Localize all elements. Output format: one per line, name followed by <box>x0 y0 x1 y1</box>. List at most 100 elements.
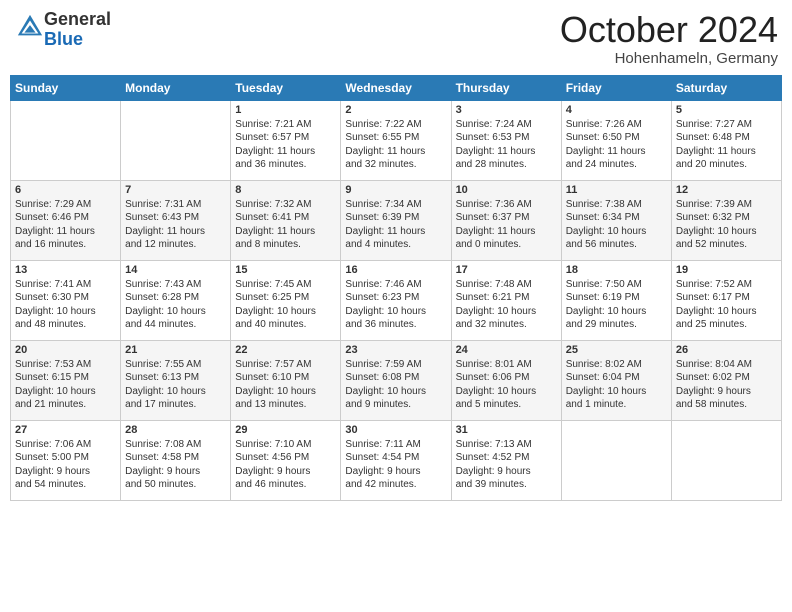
day-number: 13 <box>15 264 116 276</box>
calendar-cell <box>561 420 671 500</box>
calendar-cell: 1Sunrise: 7:21 AM Sunset: 6:57 PM Daylig… <box>231 100 341 180</box>
day-number: 24 <box>456 344 557 356</box>
day-detail: Sunrise: 7:55 AM Sunset: 6:13 PM Dayligh… <box>125 358 226 412</box>
day-detail: Sunrise: 8:01 AM Sunset: 6:06 PM Dayligh… <box>456 358 557 412</box>
day-header: Wednesday <box>341 75 451 100</box>
day-header: Tuesday <box>231 75 341 100</box>
day-number: 22 <box>235 344 336 356</box>
day-header: Friday <box>561 75 671 100</box>
day-detail: Sunrise: 7:43 AM Sunset: 6:28 PM Dayligh… <box>125 278 226 332</box>
calendar-cell: 11Sunrise: 7:38 AM Sunset: 6:34 PM Dayli… <box>561 180 671 260</box>
day-number: 3 <box>456 104 557 116</box>
day-detail: Sunrise: 7:50 AM Sunset: 6:19 PM Dayligh… <box>566 278 667 332</box>
calendar-cell: 9 Sunrise: 7:34 AM Sunset: 6:39 PM Daylig… <box>341 180 451 260</box>
calendar-cell: 21 Sunrise: 7:55 AM Sunset: 6:13 PM Dayli… <box>121 340 231 420</box>
calendar-cell: 13 Sunrise: 7:41 AM Sunset: 6:30 PM Dayli… <box>11 260 121 340</box>
day-detail: Sunrise: 7:59 AM Sunset: 6:08 PM Dayligh… <box>345 358 446 412</box>
calendar-cell: 18 Sunrise: 7:50 AM Sunset: 6:19 PM Dayli… <box>561 260 671 340</box>
calendar-cell: 2 Sunrise: 7:22 AM Sunset: 6:55 PM Daylig… <box>341 100 451 180</box>
day-number: 23 <box>345 344 446 356</box>
day-number: 12 <box>676 184 777 196</box>
day-number: 4 <box>566 104 667 116</box>
day-number: 15 <box>235 264 336 276</box>
day-detail: Sunrise: 7:11 AM Sunset: 4:54 PM Dayligh… <box>345 438 446 492</box>
day-number: 18 <box>566 264 667 276</box>
day-detail: Sunrise: 7:57 AM Sunset: 6:10 PM Dayligh… <box>235 358 336 412</box>
day-detail: Sunrise: 7:24 AM Sunset: 6:53 PM Dayligh… <box>456 118 557 172</box>
calendar-week-row: 20 Sunrise: 7:53 AM Sunset: 6:15 PM Dayli… <box>11 340 782 420</box>
day-number: 8 <box>235 184 336 196</box>
calendar-cell: 23 Sunrise: 7:59 AM Sunset: 6:08 PM Dayli… <box>341 340 451 420</box>
day-detail: Sunrise: 7:38 AM Sunset: 6:34 PM Dayligh… <box>566 198 667 252</box>
day-number: 9 <box>345 184 446 196</box>
day-detail: Sunrise: 7:53 AM Sunset: 6:15 PM Dayligh… <box>15 358 116 412</box>
day-detail: Sunrise: 7:31 AM Sunset: 6:43 PM Dayligh… <box>125 198 226 252</box>
calendar-week-row: 1Sunrise: 7:21 AM Sunset: 6:57 PM Daylig… <box>11 100 782 180</box>
day-header: Saturday <box>671 75 781 100</box>
calendar-cell: 5Sunrise: 7:27 AM Sunset: 6:48 PM Daylig… <box>671 100 781 180</box>
calendar-cell: 29 Sunrise: 7:10 AM Sunset: 4:56 PM Dayli… <box>231 420 341 500</box>
calendar-cell: 19 Sunrise: 7:52 AM Sunset: 6:17 PM Dayli… <box>671 260 781 340</box>
calendar-cell: 25 Sunrise: 8:02 AM Sunset: 6:04 PM Dayli… <box>561 340 671 420</box>
day-number: 25 <box>566 344 667 356</box>
day-number: 30 <box>345 424 446 436</box>
header-row: SundayMondayTuesdayWednesdayThursdayFrid… <box>11 75 782 100</box>
day-detail: Sunrise: 7:52 AM Sunset: 6:17 PM Dayligh… <box>676 278 777 332</box>
calendar-week-row: 6 Sunrise: 7:29 AM Sunset: 6:46 PM Daylig… <box>11 180 782 260</box>
calendar-cell: 4 Sunrise: 7:26 AM Sunset: 6:50 PM Daylig… <box>561 100 671 180</box>
calendar-cell: 16 Sunrise: 7:46 AM Sunset: 6:23 PM Dayli… <box>341 260 451 340</box>
calendar-cell <box>671 420 781 500</box>
day-detail: Sunrise: 7:22 AM Sunset: 6:55 PM Dayligh… <box>345 118 446 172</box>
day-detail: Sunrise: 7:32 AM Sunset: 6:41 PM Dayligh… <box>235 198 336 252</box>
calendar-cell: 10 Sunrise: 7:36 AM Sunset: 6:37 PM Dayli… <box>451 180 561 260</box>
day-detail: Sunrise: 7:46 AM Sunset: 6:23 PM Dayligh… <box>345 278 446 332</box>
calendar-week-row: 13 Sunrise: 7:41 AM Sunset: 6:30 PM Dayli… <box>11 260 782 340</box>
day-detail: Sunrise: 7:26 AM Sunset: 6:50 PM Dayligh… <box>566 118 667 172</box>
calendar-cell: 28 Sunrise: 7:08 AM Sunset: 4:58 PM Dayli… <box>121 420 231 500</box>
day-number: 20 <box>15 344 116 356</box>
day-number: 10 <box>456 184 557 196</box>
day-detail: Sunrise: 7:41 AM Sunset: 6:30 PM Dayligh… <box>15 278 116 332</box>
day-detail: Sunrise: 8:02 AM Sunset: 6:04 PM Dayligh… <box>566 358 667 412</box>
title-block: October 2024 Hohenhameln, Germany <box>560 10 778 67</box>
logo-icon <box>16 13 44 41</box>
day-detail: Sunrise: 7:10 AM Sunset: 4:56 PM Dayligh… <box>235 438 336 492</box>
logo: General Blue <box>14 10 111 50</box>
day-detail: Sunrise: 7:29 AM Sunset: 6:46 PM Dayligh… <box>15 198 116 252</box>
day-detail: Sunrise: 7:45 AM Sunset: 6:25 PM Dayligh… <box>235 278 336 332</box>
day-number: 1 <box>235 104 336 116</box>
day-number: 29 <box>235 424 336 436</box>
day-number: 2 <box>345 104 446 116</box>
day-number: 7 <box>125 184 226 196</box>
logo-blue-text: Blue <box>44 29 83 49</box>
day-detail: Sunrise: 7:39 AM Sunset: 6:32 PM Dayligh… <box>676 198 777 252</box>
day-number: 26 <box>676 344 777 356</box>
day-detail: Sunrise: 7:13 AM Sunset: 4:52 PM Dayligh… <box>456 438 557 492</box>
day-number: 6 <box>15 184 116 196</box>
calendar-cell: 7 Sunrise: 7:31 AM Sunset: 6:43 PM Daylig… <box>121 180 231 260</box>
day-number: 17 <box>456 264 557 276</box>
day-header: Thursday <box>451 75 561 100</box>
calendar-cell: 30 Sunrise: 7:11 AM Sunset: 4:54 PM Dayli… <box>341 420 451 500</box>
day-detail: Sunrise: 7:36 AM Sunset: 6:37 PM Dayligh… <box>456 198 557 252</box>
day-number: 31 <box>456 424 557 436</box>
calendar-week-row: 27Sunrise: 7:06 AM Sunset: 5:00 PM Dayli… <box>11 420 782 500</box>
month-title: October 2024 <box>560 10 778 50</box>
calendar-cell: 20 Sunrise: 7:53 AM Sunset: 6:15 PM Dayli… <box>11 340 121 420</box>
calendar-cell: 15 Sunrise: 7:45 AM Sunset: 6:25 PM Dayli… <box>231 260 341 340</box>
day-number: 19 <box>676 264 777 276</box>
logo-general-text: General <box>44 9 111 29</box>
day-detail: Sunrise: 7:08 AM Sunset: 4:58 PM Dayligh… <box>125 438 226 492</box>
day-detail: Sunrise: 7:34 AM Sunset: 6:39 PM Dayligh… <box>345 198 446 252</box>
day-number: 21 <box>125 344 226 356</box>
day-header: Sunday <box>11 75 121 100</box>
day-number: 28 <box>125 424 226 436</box>
calendar-cell: 22 Sunrise: 7:57 AM Sunset: 6:10 PM Dayli… <box>231 340 341 420</box>
day-number: 5 <box>676 104 777 116</box>
day-detail: Sunrise: 7:48 AM Sunset: 6:21 PM Dayligh… <box>456 278 557 332</box>
day-number: 14 <box>125 264 226 276</box>
day-number: 27 <box>15 424 116 436</box>
day-number: 16 <box>345 264 446 276</box>
calendar-cell: 27Sunrise: 7:06 AM Sunset: 5:00 PM Dayli… <box>11 420 121 500</box>
calendar-cell: 3 Sunrise: 7:24 AM Sunset: 6:53 PM Daylig… <box>451 100 561 180</box>
